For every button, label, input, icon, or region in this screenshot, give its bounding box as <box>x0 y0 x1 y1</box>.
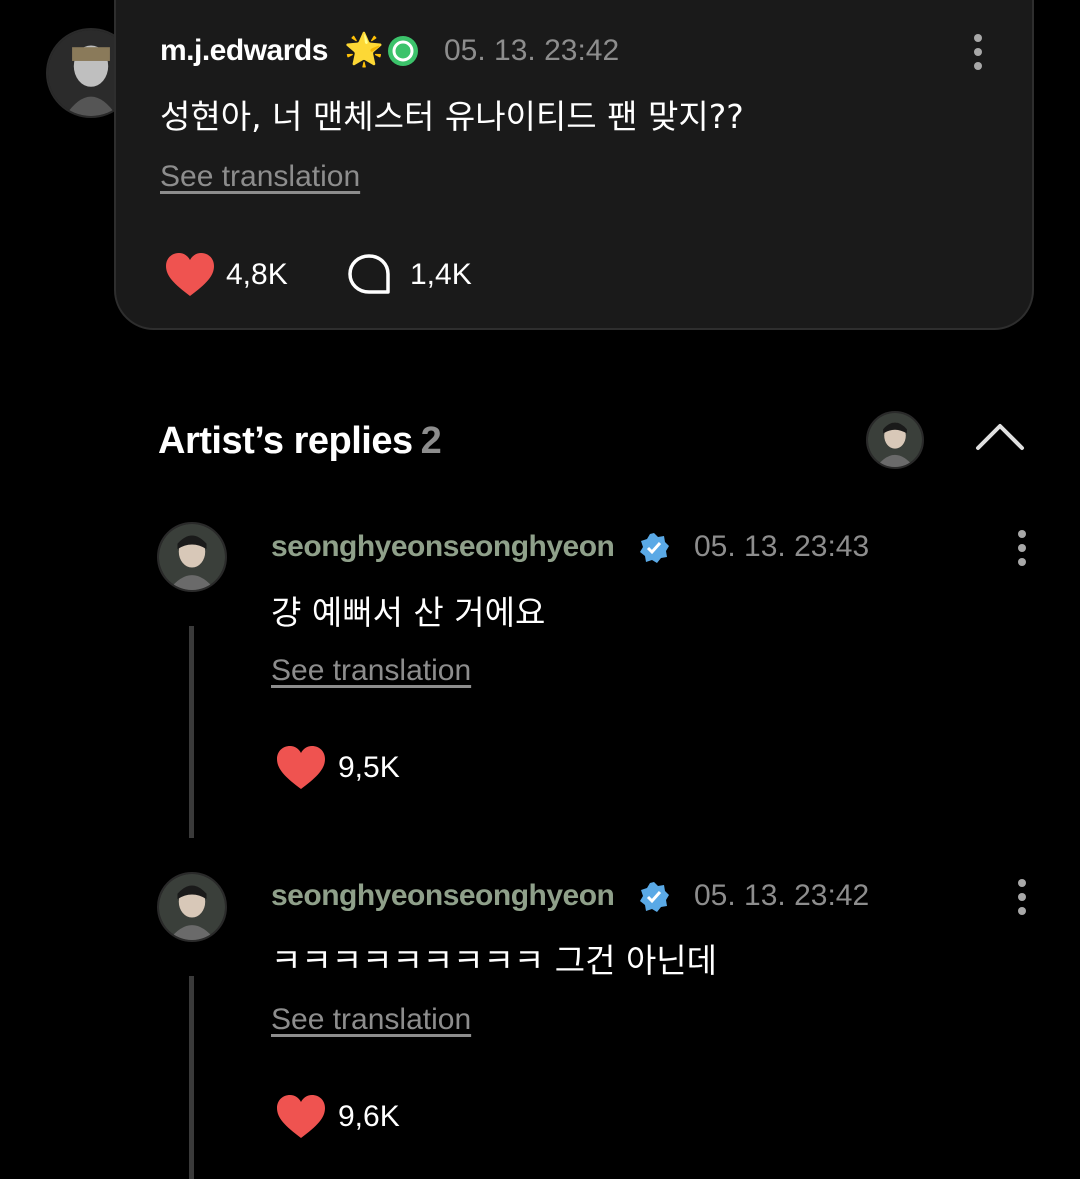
thread-line <box>189 626 194 838</box>
heart-icon[interactable] <box>164 252 216 298</box>
reply-like-count: 9,5K <box>338 751 400 784</box>
reply-more-button[interactable] <box>1012 530 1032 570</box>
comment-icon[interactable] <box>346 252 392 298</box>
verified-icon <box>640 533 669 563</box>
post-like-count: 4,8K <box>226 258 288 291</box>
post-text: 성현아, 너 맨체스터 유나이티드 팬 맞지?? <box>160 97 744 136</box>
artist-replies-header: Artist’s replies 2 <box>158 420 442 463</box>
artist-replies-title: Artist’s replies <box>158 420 413 462</box>
reply-more-button[interactable] <box>1012 879 1032 919</box>
artist-avatar-small[interactable] <box>866 411 924 469</box>
verified-icon <box>388 36 418 66</box>
post-more-button[interactable] <box>968 34 988 74</box>
chevron-up-icon[interactable] <box>974 420 1026 454</box>
reply-see-translation-link[interactable]: See translation <box>271 654 471 688</box>
reply-text: 걍 예뻐서 산 거에요 <box>271 593 546 632</box>
heart-icon[interactable] <box>275 745 327 791</box>
verified-icon <box>640 882 669 912</box>
post-card: m.j.edwards 🌟 05. 13. 23:42 성현아, 너 맨체스터 … <box>114 0 1034 330</box>
heart-icon[interactable] <box>275 1094 327 1140</box>
post-username[interactable]: m.j.edwards <box>160 34 328 68</box>
post-comment-count: 1,4K <box>410 258 472 291</box>
reply-see-translation-link[interactable]: See translation <box>271 1003 471 1037</box>
reply-text: ㅋㅋㅋㅋㅋㅋㅋㅋㅋ 그건 아닌데 <box>271 941 718 980</box>
star-icon: 🌟 <box>344 31 384 67</box>
artist-replies-count: 2 <box>420 420 442 462</box>
reply-timestamp: 05. 13. 23:42 <box>694 879 870 912</box>
reply-avatar[interactable] <box>157 872 227 942</box>
thread-line <box>189 976 194 1179</box>
reply-username[interactable]: seonghyeonseonghyeon <box>271 879 615 913</box>
reply-avatar[interactable] <box>157 522 227 592</box>
reply-username[interactable]: seonghyeonseonghyeon <box>271 530 615 564</box>
post-timestamp: 05. 13. 23:42 <box>444 34 620 67</box>
reply-like-count: 9,6K <box>338 1100 400 1133</box>
reply-timestamp: 05. 13. 23:43 <box>694 530 870 563</box>
post-see-translation-link[interactable]: See translation <box>160 160 360 194</box>
